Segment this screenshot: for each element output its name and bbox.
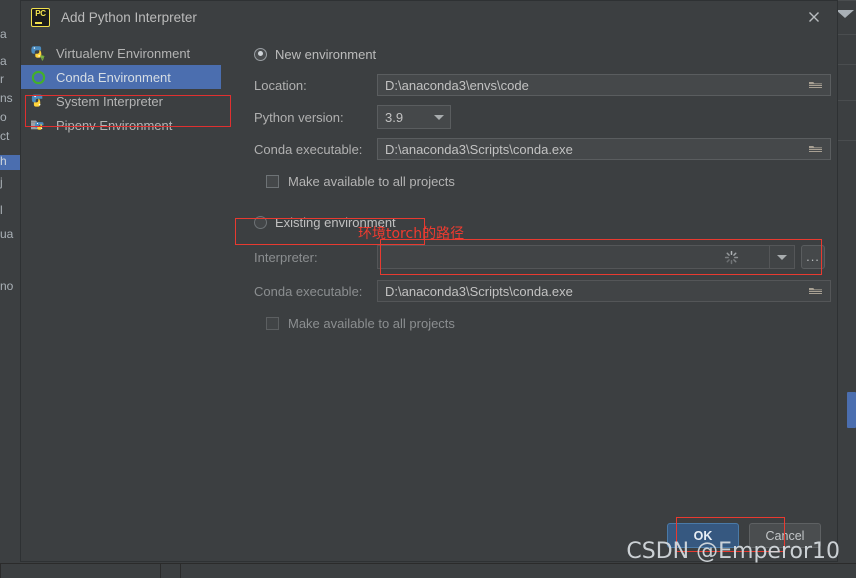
conda-executable-row-existing: Conda executable: D:\anaconda3\Scripts\c… <box>254 279 837 303</box>
ok-button[interactable]: OK <box>667 523 739 548</box>
folder-icon[interactable] <box>808 143 823 156</box>
make-available-label: Make available to all projects <box>288 173 455 189</box>
checkbox-indicator <box>266 316 279 330</box>
bg-text-fragment: no <box>0 280 14 293</box>
sidebar-item-virtualenv[interactable]: V Virtualenv Environment <box>21 41 221 65</box>
python-icon <box>30 93 47 110</box>
conda-executable-input[interactable]: D:\anaconda3\Scripts\conda.exe <box>377 280 831 302</box>
dialog-body: V Virtualenv Environment Conda Environme… <box>21 33 837 523</box>
location-input[interactable]: D:\anaconda3\envs\code <box>377 74 831 96</box>
bg-text-fragment: ns <box>0 92 13 105</box>
background-left-strip: a a r ns o ct h j l ua no <box>0 0 22 578</box>
dialog-footer: OK Cancel <box>667 523 821 548</box>
chevron-down-icon <box>434 114 444 120</box>
conda-executable-label: Conda executable: <box>254 283 363 299</box>
make-available-checkbox-new[interactable]: Make available to all projects <box>266 170 837 192</box>
close-icon[interactable] <box>805 8 823 26</box>
folder-icon[interactable] <box>808 79 823 92</box>
location-label: Location: <box>254 77 307 93</box>
sidebar-item-label: Pipenv Environment <box>56 117 173 133</box>
radio-indicator <box>254 215 267 229</box>
conda-executable-label: Conda executable: <box>254 141 363 157</box>
folder-icon[interactable] <box>808 285 823 298</box>
bg-text-fragment: ct <box>0 130 10 143</box>
pipenv-folder-icon <box>30 117 47 134</box>
radio-indicator <box>254 47 267 61</box>
background-dropdown-icon <box>836 10 854 18</box>
conda-executable-row-new: Conda executable: D:\anaconda3\Scripts\c… <box>254 137 837 161</box>
location-value: D:\anaconda3\envs\code <box>385 77 529 93</box>
make-available-checkbox-existing[interactable]: Make available to all projects <box>266 312 837 334</box>
bg-text-fragment: j <box>0 176 3 189</box>
python-version-label: Python version: <box>254 109 344 125</box>
interpreter-input[interactable] <box>377 245 770 269</box>
python-version-select[interactable]: 3.9 <box>377 105 451 129</box>
bg-text-fragment: o <box>0 111 7 124</box>
environment-settings-pane: New environment Location: D:\anaconda3\e… <box>235 33 837 334</box>
chevron-down-icon <box>777 254 787 260</box>
conda-executable-input[interactable]: D:\anaconda3\Scripts\conda.exe <box>377 138 831 160</box>
bg-text-fragment-selected: h <box>0 155 22 170</box>
loading-spinner-icon <box>724 250 739 265</box>
sidebar-item-system-interpreter[interactable]: System Interpreter <box>21 89 221 113</box>
sidebar-item-label: Virtualenv Environment <box>56 45 191 61</box>
dialog-titlebar: PC Add Python Interpreter <box>21 1 837 33</box>
pycharm-icon: PC <box>31 7 50 27</box>
make-available-label: Make available to all projects <box>288 315 455 331</box>
interpreter-browse-button[interactable]: ... <box>801 245 825 269</box>
dialog-title: Add Python Interpreter <box>61 9 197 25</box>
python-version-row: Python version: 3.9 <box>254 105 837 129</box>
environment-type-list: V Virtualenv Environment Conda Environme… <box>21 33 231 137</box>
existing-environment-radio[interactable]: Existing environment <box>254 211 837 233</box>
cancel-button[interactable]: Cancel <box>749 523 821 548</box>
bg-text-fragment: ua <box>0 228 14 241</box>
svg-text:V: V <box>40 55 45 61</box>
bg-text-fragment: a <box>0 55 7 68</box>
conda-executable-value: D:\anaconda3\Scripts\conda.exe <box>385 283 573 299</box>
interpreter-row: Interpreter: ... <box>254 245 837 269</box>
sidebar-item-label: System Interpreter <box>56 93 163 109</box>
bg-text-fragment: r <box>0 73 4 86</box>
conda-circle-icon <box>30 69 47 86</box>
conda-executable-value: D:\anaconda3\Scripts\conda.exe <box>385 141 573 157</box>
interpreter-label: Interpreter: <box>254 249 318 265</box>
interpreter-dropdown-button[interactable] <box>770 245 795 269</box>
python-virtualenv-icon: V <box>30 45 47 62</box>
existing-environment-label: Existing environment <box>275 214 396 230</box>
new-environment-label: New environment <box>275 46 377 62</box>
bg-text-fragment: a <box>0 28 7 41</box>
sidebar-item-conda[interactable]: Conda Environment <box>21 65 221 89</box>
new-environment-radio[interactable]: New environment <box>254 43 837 65</box>
location-row: Location: D:\anaconda3\envs\code <box>254 73 837 97</box>
sidebar-item-pipenv[interactable]: Pipenv Environment <box>21 113 221 137</box>
checkbox-indicator <box>266 174 279 188</box>
python-version-value: 3.9 <box>385 109 404 125</box>
sidebar-item-label: Conda Environment <box>56 69 171 85</box>
add-python-interpreter-dialog: PC Add Python Interpreter V Virtualenv E… <box>20 0 838 562</box>
bg-text-fragment: l <box>0 204 3 217</box>
background-scrollbar-thumb[interactable] <box>847 392 856 428</box>
